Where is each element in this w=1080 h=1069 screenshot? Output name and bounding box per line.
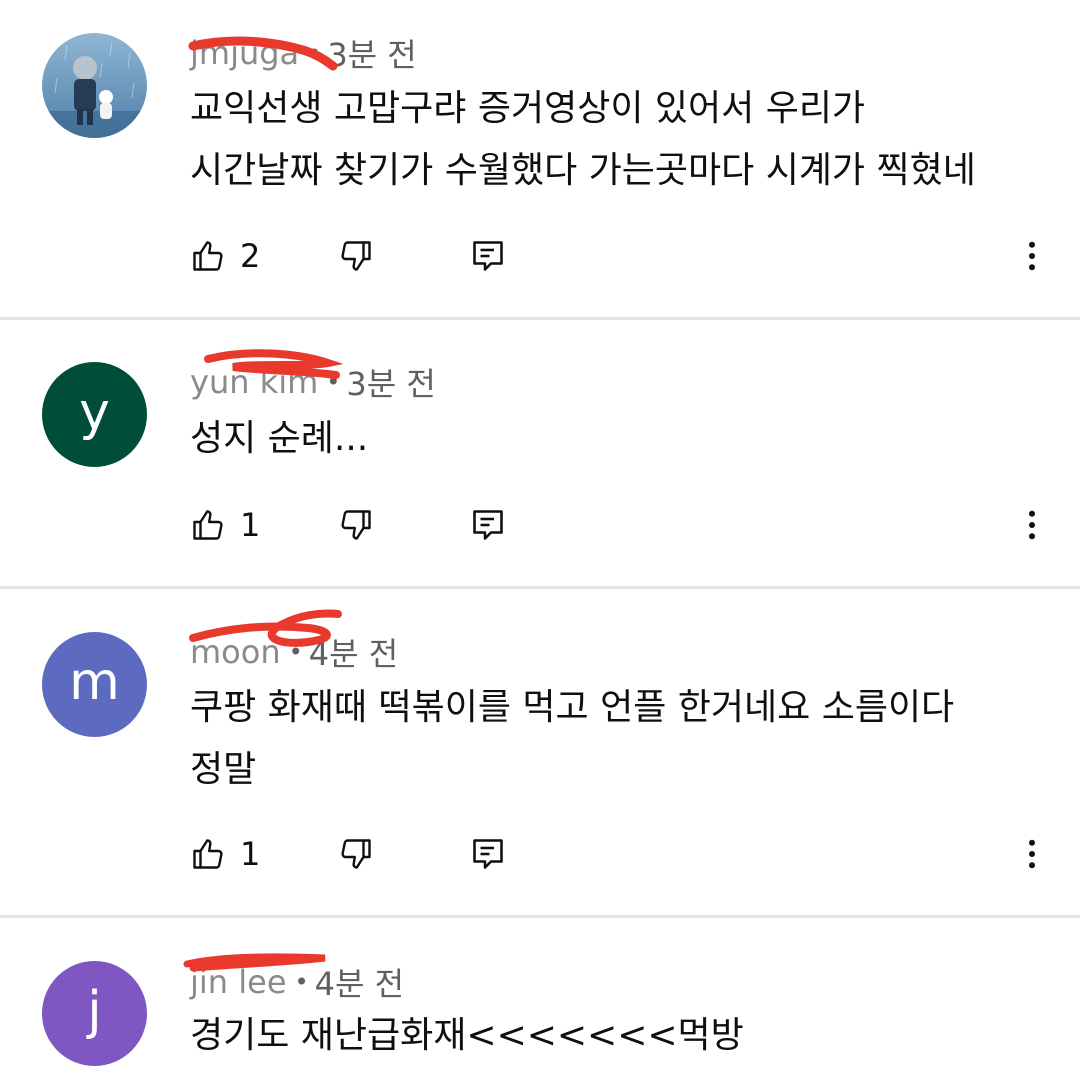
comment-time: 3분 전 — [327, 36, 417, 74]
like-button[interactable]: 1 — [190, 495, 260, 555]
comment-time: 3분 전 — [346, 365, 436, 403]
like-button[interactable]: 2 — [190, 226, 260, 286]
comment-username[interactable]: yun kim — [190, 363, 318, 401]
dislike-button[interactable] — [338, 495, 374, 555]
like-count: 2 — [240, 237, 261, 275]
reply-icon — [473, 839, 503, 869]
thumbs-down-icon — [341, 510, 371, 540]
more-vertical-icon — [1029, 839, 1035, 869]
avatar[interactable]: y — [42, 362, 147, 467]
reply-button[interactable] — [470, 495, 506, 555]
comment-text: 교익선생 고맙구랴 증거영상이 있어서 우리가 시간날짜 찾기가 수월했다 가는… — [190, 88, 976, 191]
avatar-letter: j — [87, 980, 102, 1041]
comment-meta: jin lee • 4분 전 — [183, 953, 405, 1003]
more-button[interactable] — [1014, 495, 1050, 555]
like-count: 1 — [240, 506, 261, 544]
comment-time: 4분 전 — [314, 965, 405, 1003]
avatar[interactable]: m — [42, 632, 147, 737]
reply-icon — [473, 510, 503, 540]
comment-meta: yun kim • 3분 전 — [190, 349, 436, 403]
thumbs-up-icon — [193, 241, 223, 271]
comment-meta: moon • 4분 전 — [189, 609, 399, 673]
more-button[interactable] — [1014, 226, 1050, 286]
comment-divider — [0, 317, 1080, 320]
like-button[interactable]: 1 — [190, 824, 260, 884]
comment-actions: 1 — [0, 495, 1080, 555]
reply-icon — [473, 241, 503, 271]
like-count: 1 — [240, 835, 261, 873]
comment-list: jmjuga • 3분 전 교익선생 고맙구랴 증거영상이 있어서 우리가 시간… — [0, 0, 1080, 1069]
comment-divider — [0, 586, 1080, 589]
thumbs-up-icon — [193, 839, 223, 869]
dislike-button[interactable] — [338, 824, 374, 884]
comment-meta: jmjuga • 3분 전 — [188, 33, 417, 74]
thumbs-down-icon — [341, 241, 371, 271]
reply-button[interactable] — [470, 824, 506, 884]
painting-figures-icon — [42, 33, 147, 138]
more-button[interactable] — [1014, 824, 1050, 884]
avatar-letter: y — [79, 381, 110, 442]
comment-username[interactable]: jin lee — [190, 963, 287, 1001]
avatar[interactable]: j — [42, 961, 147, 1066]
comment-time: 4분 전 — [308, 635, 399, 673]
more-vertical-icon — [1029, 241, 1035, 271]
comment-text: 성지 순례... — [190, 418, 369, 459]
comment-username[interactable]: moon — [190, 633, 281, 671]
reply-button[interactable] — [470, 226, 506, 286]
thumbs-up-icon — [193, 510, 223, 540]
thumbs-down-icon — [341, 839, 371, 869]
comment-divider — [0, 915, 1080, 918]
dislike-button[interactable] — [338, 226, 374, 286]
comment-text: 쿠팡 화재때 떡볶이를 먹고 언플 한거네요 소름이다 정말 — [190, 687, 955, 790]
avatar-letter: m — [69, 651, 120, 712]
avatar[interactable] — [42, 33, 147, 138]
comment-text: 경기도 재난급화재<<<<<<<먹방 — [190, 1015, 744, 1056]
comment-username[interactable]: jmjuga — [190, 34, 299, 72]
more-vertical-icon — [1029, 510, 1035, 540]
comment-actions: 2 — [0, 226, 1080, 286]
comment-actions: 1 — [0, 824, 1080, 884]
